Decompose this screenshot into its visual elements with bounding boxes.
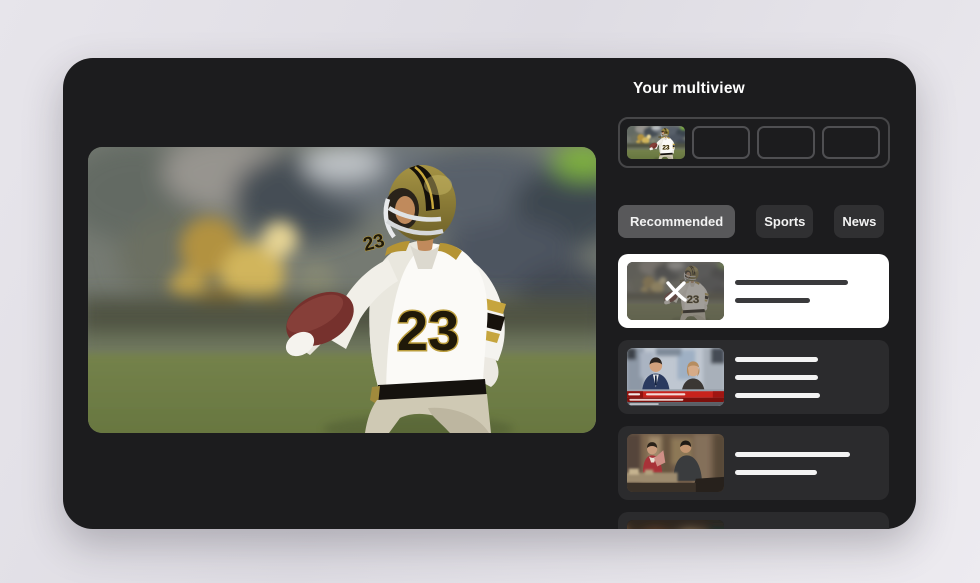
- thumbnail-art: [627, 348, 724, 406]
- skeleton-line: [735, 452, 850, 457]
- chip-recommended[interactable]: Recommended: [618, 205, 735, 238]
- skeleton-line: [735, 357, 818, 362]
- multiview-title: Your multiview: [633, 80, 745, 98]
- skeleton-line: [735, 375, 818, 380]
- multiview-slot-2[interactable]: [692, 126, 750, 159]
- multiview-slot-4[interactable]: [822, 126, 880, 159]
- close-icon[interactable]: [663, 279, 689, 303]
- recommendation-card[interactable]: [618, 426, 889, 500]
- skeleton-text-lines: [735, 340, 879, 414]
- video-thumbnail: [627, 434, 724, 492]
- video-thumbnail: [627, 262, 724, 320]
- slot-thumbnail: [627, 126, 685, 159]
- main-video-player[interactable]: [88, 147, 596, 433]
- video-thumbnail: [627, 348, 724, 406]
- skeleton-line: [735, 280, 848, 285]
- thumbnail-art: [627, 434, 724, 492]
- multiview-slot-1[interactable]: [627, 126, 685, 159]
- skeleton-text-lines: [735, 512, 879, 529]
- football-game-video: [88, 147, 596, 433]
- multiview-tray: [618, 117, 890, 168]
- chip-sports[interactable]: Sports: [756, 205, 813, 238]
- multiview-slot-3[interactable]: [757, 126, 815, 159]
- skeleton-text-lines: [735, 254, 879, 328]
- thumbnail-art: [627, 520, 724, 529]
- skeleton-line: [735, 393, 820, 398]
- recommendation-card[interactable]: [618, 512, 889, 529]
- skeleton-line: [735, 470, 817, 475]
- skeleton-text-lines: [735, 426, 879, 500]
- chip-news[interactable]: News: [834, 205, 884, 238]
- skeleton-line: [735, 298, 810, 303]
- recommendation-list: [618, 254, 889, 529]
- recommendation-card[interactable]: [618, 340, 889, 414]
- tv-screen: Your multiview Recommended Sports News: [63, 58, 916, 529]
- video-thumbnail: [627, 520, 724, 529]
- filter-chips: Recommended Sports News: [618, 205, 884, 238]
- recommendation-card[interactable]: [618, 254, 889, 328]
